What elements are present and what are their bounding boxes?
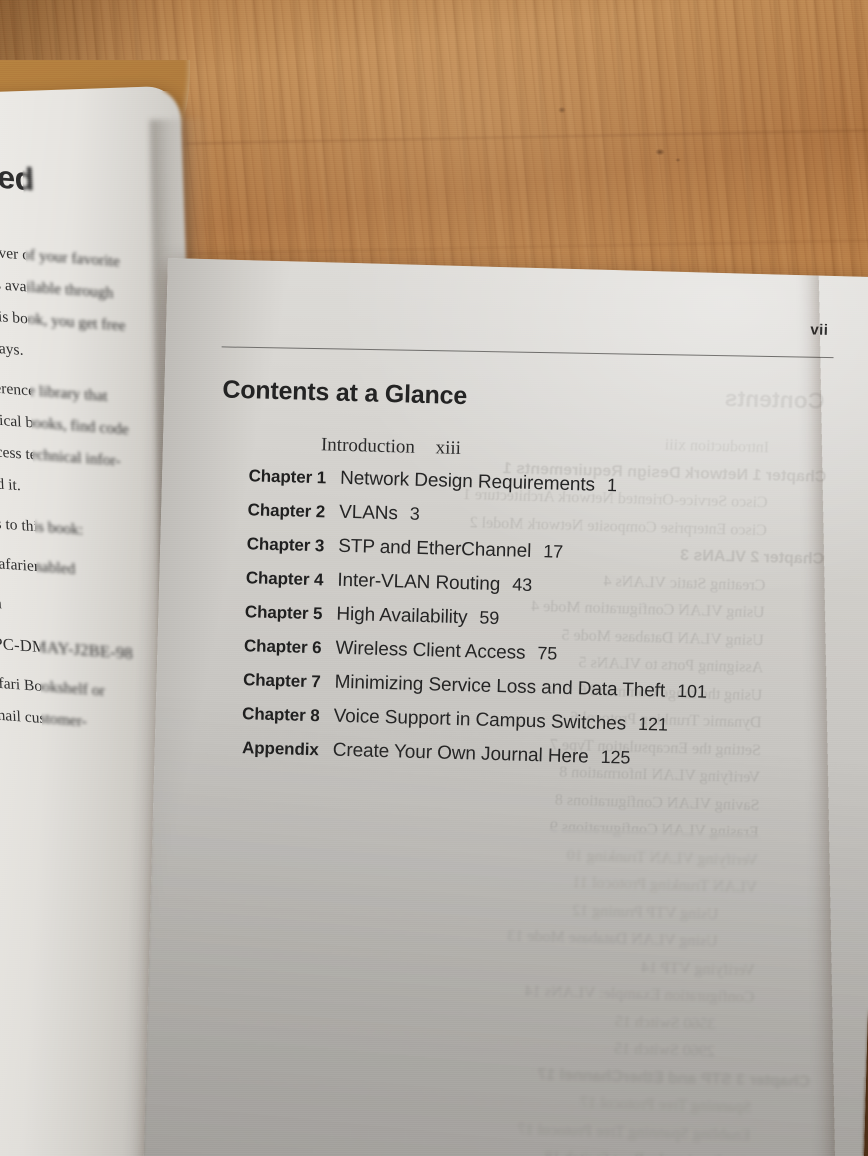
toc-entry-label: Chapter 7 — [242, 670, 321, 692]
showthrough-line: VLAN Trunking Protocol 11 — [572, 874, 758, 897]
showthrough-line: Verifying VLAN Trunking 10 — [566, 846, 759, 869]
toc-entry-title: Voice Support in Campus Switches — [333, 705, 627, 735]
toc-entry-page: 121 — [637, 713, 669, 735]
toc-row: Chapter 7 Minimizing Service Loss and Dat… — [212, 668, 852, 707]
toc-row: Chapter 8 Voice Support in Campus Switche… — [211, 702, 851, 741]
toc-entry-label: Chapter 6 — [243, 636, 322, 658]
toc-entry-label: Chapter 5 — [244, 602, 323, 624]
toc-entry-label: Chapter 2 — [247, 500, 326, 522]
page-lower-defocus — [140, 817, 868, 1156]
showthrough-line: Using VTP Pruning 12 — [572, 901, 719, 923]
book-photo-scene: ed led icon on the cover of your favorit… — [0, 0, 868, 1156]
toc-entry-title: VLANs — [338, 501, 399, 525]
toc-entry-title-wrap: STP and EtherChannel 17 — [338, 536, 563, 564]
toc-entry-title-wrap: VLANs 3 — [339, 502, 420, 526]
toc-entry-page: 101 — [676, 680, 708, 702]
toc-row: Chapter 4 Inter-VLAN Routing 43 — [215, 566, 855, 605]
toc-entry-title-wrap: Minimizing Service Loss and Data Theft 10… — [334, 672, 707, 704]
toc-row: Chapter 3 STP and EtherChannel 17 — [216, 532, 856, 571]
toc-entry-title: High Availability — [336, 603, 468, 629]
toc-entry-title: STP and EtherChannel — [337, 535, 532, 562]
page-bottom-defocus — [140, 1057, 867, 1156]
toc-row: Chapter 1 Network Design Requirements 1 — [218, 464, 858, 503]
showthrough-line: Introduction xiii — [664, 436, 770, 457]
toc-entry-title: Introduction — [320, 434, 416, 458]
toc-entry-page: 75 — [537, 643, 558, 664]
page-header-rule — [221, 346, 834, 359]
toc-entry-page: xiii — [435, 437, 462, 459]
toc-entry-title: Minimizing Service Loss and Data Theft — [334, 671, 666, 702]
showthrough-line: Erasing VLAN Configurations 9 — [549, 818, 759, 842]
toc-entry-page: 1 — [606, 474, 618, 496]
toc-entry-page: 59 — [479, 607, 500, 629]
toc-entry-label: Chapter 8 — [241, 704, 320, 726]
showthrough-line: Configuration Example: VLANs 14 — [524, 982, 755, 1007]
toc-entry-title: Network Design Requirements — [339, 467, 596, 496]
showthrough-line: Configuring the Root Switch 18 — [158, 1133, 809, 1156]
toc-list: Chapter 1 Network Design Requirements 1 Cha… — [210, 464, 858, 787]
toc-entry-title-wrap: Create Your Own Journal Here 125 — [332, 740, 630, 770]
toc-entry-label: Chapter 4 — [245, 568, 324, 590]
toc-entry-label: Appendix — [241, 738, 320, 760]
showthrough-title: Contents — [724, 385, 825, 414]
toc-entry-page: 17 — [542, 541, 564, 562]
toc-entry-title-wrap: Voice Support in Campus Switches 121 — [333, 706, 668, 737]
toc-entry-page: 3 — [409, 503, 421, 524]
toc-entry-label: Chapter 3 — [246, 534, 325, 556]
toc-entry-page: 125 — [600, 746, 631, 768]
showthrough-line: 2960 Switch 15 — [614, 1040, 715, 1061]
toc-entry-title: Create Your Own Journal Here — [332, 739, 589, 768]
toc-row-introduction: Introduction xiii — [321, 434, 462, 460]
toc-entry-title-wrap: Inter-VLAN Routing 43 — [337, 570, 532, 597]
toc-entry-page: 43 — [511, 574, 533, 595]
toc-row: Chapter 6 Wireless Client Access 75 — [213, 634, 853, 673]
page-title: Contents at a Glance — [222, 375, 468, 411]
left-page-line: an electronic reference library that — [0, 372, 108, 405]
showthrough-line: 3560 Switch 15 — [614, 1012, 716, 1033]
toc-row: Appendix Create Your Own Journal Here 125 — [210, 736, 850, 775]
showthrough-line: Verifying VTP 14 — [640, 958, 756, 979]
toc-entry-title-wrap: Network Design Requirements 1 — [340, 468, 617, 497]
toc-row: Chapter 2 VLANs 3 — [217, 498, 857, 537]
left-page-line: led icon on the cover of your favorite — [0, 236, 121, 271]
showthrough-line: Enabling Spanning Tree Protocol 17 — [517, 1120, 751, 1144]
toc-entry-label: Chapter 1 — [248, 466, 327, 488]
right-page: Contents Introduction xiii Chapter 1 Netw… — [140, 258, 868, 1156]
toc-entry-title-wrap: Wireless Client Access 75 — [335, 638, 557, 666]
showthrough-line: Spanning Tree Protocol 17 — [579, 1094, 752, 1117]
showthrough-line: Chapter 3 STP and EtherChannel 17 — [537, 1065, 811, 1091]
toc-entry-title-wrap: High Availability 59 — [336, 604, 499, 630]
showthrough-line: Using VLAN Database Mode 13 — [507, 927, 718, 951]
toc-row: Chapter 5 High Availability 59 — [214, 600, 854, 639]
toc-entry-title: Inter-VLAN Routing — [337, 569, 501, 596]
toc-entry-title: Wireless Client Access — [335, 637, 526, 664]
page-right-trim-edge — [819, 258, 868, 1156]
